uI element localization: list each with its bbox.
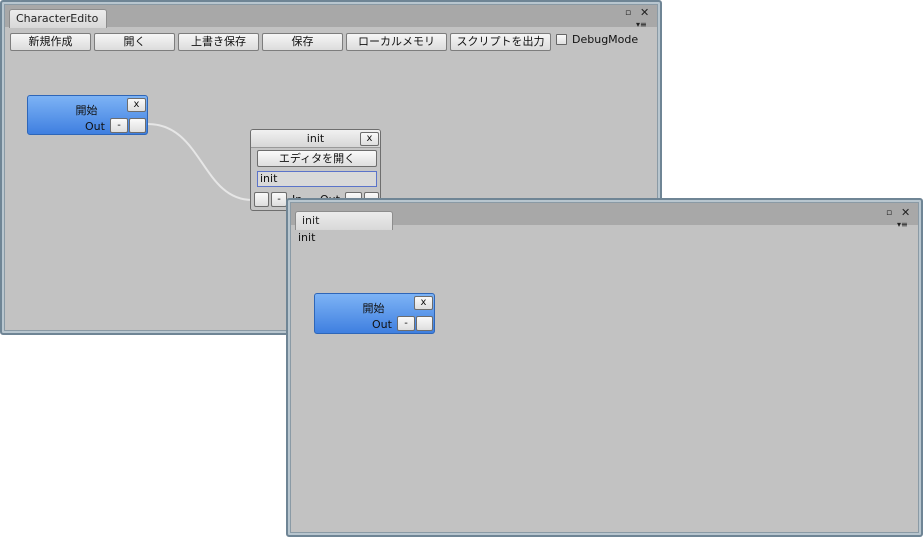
init-node-in-port[interactable]	[254, 192, 269, 207]
init-window: init ▫ ✕ ▾≡ init 開始 x Out -	[286, 198, 923, 537]
start-node[interactable]: 開始 x Out -	[27, 95, 148, 135]
start-node-minus-button[interactable]: -	[110, 118, 128, 133]
start-node-close-button[interactable]: x	[127, 98, 146, 112]
maximize-icon[interactable]: ▫	[886, 208, 892, 218]
sub-start-node-minus-button[interactable]: -	[397, 316, 415, 331]
node-name-input[interactable]: init	[257, 171, 377, 187]
init-node-minus-button[interactable]: -	[271, 192, 287, 207]
start-node-out-port[interactable]	[129, 118, 146, 133]
sub-start-node[interactable]: 開始 x Out -	[314, 293, 435, 334]
sub-start-node-out-label: Out	[372, 318, 392, 331]
close-icon[interactable]: ✕	[901, 207, 910, 218]
init-window-label: init	[298, 231, 316, 244]
init-window-tab[interactable]: init	[295, 211, 393, 230]
start-node-out-label: Out	[85, 120, 105, 133]
window-menu-icon[interactable]: ▾≡	[897, 220, 908, 230]
init-node-close-button[interactable]: x	[360, 132, 379, 146]
open-editor-button[interactable]: エディタを開く	[257, 150, 377, 167]
sub-start-node-close-button[interactable]: x	[414, 296, 433, 310]
sub-start-node-out-port[interactable]	[416, 316, 433, 331]
